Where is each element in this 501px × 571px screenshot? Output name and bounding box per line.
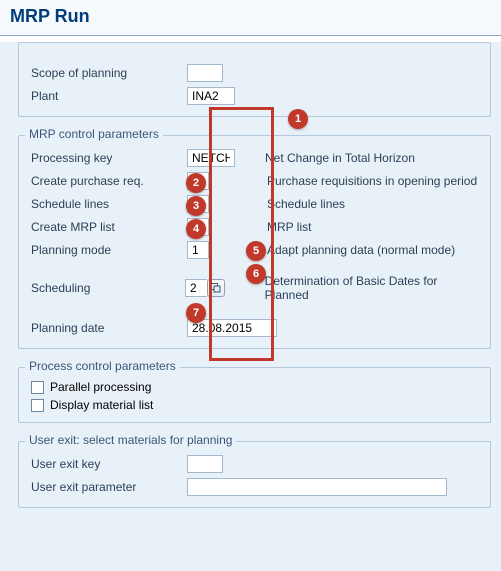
preq-desc: Purchase requisitions in opening period: [267, 174, 477, 188]
row-preq: Create purchase req. Purchase requisitio…: [27, 170, 482, 192]
sched-desc: Schedule lines: [267, 197, 345, 211]
group-scope-plant: Scope of planning Plant: [18, 42, 491, 117]
row-ue-param: User exit parameter: [27, 476, 482, 498]
parallel-checkbox[interactable]: [31, 381, 44, 394]
row-parallel: Parallel processing: [27, 378, 482, 396]
group-process-control: Process control parameters Parallel proc…: [18, 367, 491, 423]
planmode-desc: Adapt planning data (normal mode): [267, 243, 455, 257]
ue-key-input[interactable]: [187, 455, 223, 473]
group-user-exit: User exit: select materials for planning…: [18, 441, 491, 508]
preq-label: Create purchase req.: [27, 174, 187, 188]
parallel-label: Parallel processing: [50, 380, 151, 394]
annotation-badge-1: 1: [288, 109, 308, 129]
plant-label: Plant: [27, 89, 187, 103]
annotation-badge-7: 7: [186, 303, 206, 323]
scheduling-label: Scheduling: [27, 281, 185, 295]
annotation-badge-6: 6: [246, 264, 266, 284]
row-ue-key: User exit key: [27, 453, 482, 475]
annotation-badge-3: 3: [186, 196, 206, 216]
scope-input[interactable]: [187, 64, 223, 82]
row-proc-key: Processing key Net Change in Total Horiz…: [27, 147, 482, 169]
ue-key-label: User exit key: [27, 457, 187, 471]
annotation-badge-4: 4: [186, 219, 206, 239]
search-help-icon: [211, 283, 221, 293]
annotation-badge-5: 5: [246, 241, 266, 261]
sched-label: Schedule lines: [27, 197, 187, 211]
displaymat-label: Display material list: [50, 398, 153, 412]
row-displaymat: Display material list: [27, 396, 482, 414]
f4-help-button[interactable]: [207, 279, 225, 297]
mrplist-label: Create MRP list: [27, 220, 187, 234]
group-legend-proc: Process control parameters: [25, 359, 180, 373]
group-legend-mrp: MRP control parameters: [25, 127, 163, 141]
proc-key-input[interactable]: [187, 149, 235, 167]
planmode-input[interactable]: [187, 241, 209, 259]
planmode-label: Planning mode: [27, 243, 187, 257]
displaymat-checkbox[interactable]: [31, 399, 44, 412]
scheduling-desc: Determination of Basic Dates for Planned: [265, 274, 482, 302]
annotation-badge-2: 2: [186, 173, 206, 193]
proc-key-label: Processing key: [27, 151, 187, 165]
plant-input[interactable]: [187, 87, 235, 105]
proc-key-desc: Net Change in Total Horizon: [265, 151, 415, 165]
row-plant: Plant: [27, 85, 482, 107]
ue-param-label: User exit parameter: [27, 480, 187, 494]
row-plandate: Planning date: [27, 317, 482, 339]
group-legend-ue: User exit: select materials for planning: [25, 433, 236, 447]
plandate-label: Planning date: [27, 321, 187, 335]
page-title: MRP Run: [0, 0, 501, 36]
row-mrplist: Create MRP list MRP list: [27, 216, 482, 238]
mrplist-desc: MRP list: [267, 220, 311, 234]
row-sched: Schedule lines Schedule lines: [27, 193, 482, 215]
row-scope: Scope of planning: [27, 62, 482, 84]
scheduling-input[interactable]: [185, 279, 207, 297]
main-panel: Scope of planning Plant MRP control para…: [0, 42, 501, 571]
ue-param-input[interactable]: [187, 478, 447, 496]
scope-label: Scope of planning: [27, 66, 187, 80]
